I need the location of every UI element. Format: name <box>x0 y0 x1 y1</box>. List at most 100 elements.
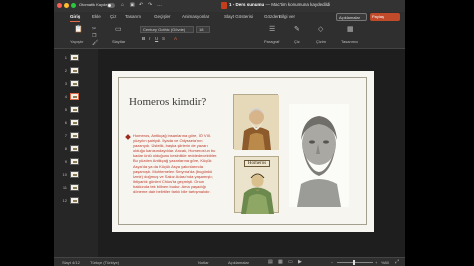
notes-button[interactable]: Notlar <box>198 260 209 265</box>
format-painter-icon[interactable]: 🖌 <box>92 39 98 47</box>
slide-thumbnail[interactable] <box>70 119 79 126</box>
undo-icon[interactable]: ↶ <box>139 2 143 9</box>
new-slide-icon[interactable]: ▭ <box>115 26 122 34</box>
thumbnail-number: 9 <box>64 159 67 164</box>
homeros-portrait-image[interactable] <box>233 94 279 150</box>
powerpoint-doc-icon <box>221 2 227 9</box>
tab-home[interactable]: Giriş <box>70 14 81 22</box>
title-bar: Otomatik Kaydet ⌂ ▣ ↶ ↷ … 1 - Ders sunum… <box>54 0 405 12</box>
slide-body-text[interactable]: Homeros, Antikçağ insanlarına göre, İÖ V… <box>133 133 219 194</box>
thumbnail-number: 3 <box>64 81 67 86</box>
slide-thumbnail-selected[interactable] <box>70 93 79 100</box>
homeros-bust-image[interactable] <box>289 104 349 207</box>
thumbnail-row[interactable]: 4 <box>54 92 98 103</box>
thumbnail-row[interactable]: 9 <box>54 157 98 168</box>
tab-transitions[interactable]: Geçişler <box>154 14 171 19</box>
slide-canvas[interactable]: Homeros kimdir? Homeros, Antikçağ insanl… <box>112 71 374 232</box>
thumbnail-row[interactable]: 2 <box>54 66 98 77</box>
draw-label: Çiz <box>294 39 300 44</box>
paste-icon[interactable]: 📋 <box>74 26 83 34</box>
thumbnail-row[interactable]: 7 <box>54 131 98 142</box>
fit-to-window-icon[interactable]: ⤢ <box>395 259 399 265</box>
close-window-button[interactable] <box>57 3 62 8</box>
font-size-dropdown[interactable]: 18 <box>196 26 210 33</box>
thumbnail-number: 10 <box>62 172 67 177</box>
slideshow-view-icon[interactable]: ▶ <box>298 259 302 265</box>
more-icon[interactable]: … <box>157 2 162 9</box>
underline-icon[interactable]: U <box>155 36 158 41</box>
slide-sorter-icon[interactable]: ▦ <box>278 259 283 265</box>
slide-thumbnail[interactable] <box>70 171 79 178</box>
status-bar: Slayt 4/12 Türkçe (Türkiye) Notlar Açıkl… <box>54 257 405 266</box>
paste-label: Yapıştır <box>70 39 84 44</box>
tab-insert[interactable]: Ekle <box>92 14 101 19</box>
comments-button[interactable]: Açıklamalar <box>336 13 367 21</box>
font-name-dropdown[interactable]: Century Gothic (Gövde) <box>140 26 194 33</box>
slide-thumbnails: 1 2 3 4 5 6 7 8 9 10 11 12 <box>54 49 98 257</box>
ribbon-tabs: Giriş Ekle Çiz Tasarım Geçişler Animasyo… <box>54 12 405 23</box>
thumbnail-row[interactable]: 10 <box>54 170 98 181</box>
thumbnail-number: 11 <box>62 185 67 190</box>
bold-icon[interactable]: B <box>142 36 145 41</box>
tab-draw[interactable]: Çiz <box>110 14 117 19</box>
autosave-toggle[interactable] <box>107 3 115 8</box>
thumbnail-row[interactable]: 1 <box>54 53 98 64</box>
thumbnail-row[interactable]: 8 <box>54 144 98 155</box>
slide-title[interactable]: Homeros kimdir? <box>129 96 206 108</box>
zoom-in-icon[interactable]: + <box>375 260 377 265</box>
thumbnail-number: 7 <box>64 133 67 138</box>
normal-view-icon[interactable]: ▤ <box>268 259 273 265</box>
thumbnail-row[interactable]: 12 <box>54 196 98 207</box>
thumbnail-number: 2 <box>64 68 67 73</box>
zoom-window-button[interactable] <box>71 3 76 8</box>
thumbnail-number: 4 <box>64 94 67 99</box>
powerpoint-window: Otomatik Kaydet ⌂ ▣ ↶ ↷ … 1 - Ders sunum… <box>54 0 405 266</box>
redo-icon[interactable]: ↷ <box>148 2 152 9</box>
slide-thumbnail[interactable] <box>70 184 79 191</box>
slide-frame: Homeros kimdir? Homeros, Antikçağ insanl… <box>118 77 367 225</box>
designer-label: Tasarımcı <box>341 39 359 44</box>
zoom-slider-handle[interactable] <box>353 260 355 265</box>
slide-thumbnail[interactable] <box>70 145 79 152</box>
paragraph-icon[interactable]: ☰ <box>269 26 275 34</box>
thumbnail-number: 1 <box>64 55 67 60</box>
tab-tell-me[interactable]: Bilgi ver <box>279 14 295 19</box>
home-icon[interactable]: ⌂ <box>121 2 124 9</box>
thumbnail-row[interactable]: 11 <box>54 183 98 194</box>
document-name: 1 - Ders sunumu <box>229 2 265 7</box>
strikethrough-icon[interactable]: S <box>162 36 165 41</box>
drawing-label: Çizim <box>316 39 326 44</box>
homeros-image-label: Homeros <box>244 160 270 167</box>
tab-design[interactable]: Tasarım <box>125 14 141 19</box>
zoom-level[interactable]: %80 <box>381 260 389 265</box>
thumbnail-row[interactable]: 5 <box>54 105 98 116</box>
minimize-window-button[interactable] <box>64 3 69 8</box>
slide-thumbnail[interactable] <box>70 106 79 113</box>
slide-thumbnail[interactable] <box>70 158 79 165</box>
designer-icon[interactable]: ▦ <box>347 26 354 34</box>
save-icon[interactable]: ▣ <box>130 2 135 9</box>
draw-icon[interactable]: ✎ <box>294 26 300 34</box>
share-button[interactable]: Paylaş <box>370 13 400 21</box>
tab-slideshow[interactable]: Slayt Gösterisi <box>224 14 253 19</box>
thumbnail-number: 5 <box>64 107 67 112</box>
language-indicator[interactable]: Türkçe (Türkiye) <box>90 260 119 265</box>
drawing-icon[interactable]: ◇ <box>318 26 323 34</box>
slide-thumbnail[interactable] <box>70 67 79 74</box>
tab-review[interactable]: Gözden <box>264 14 280 19</box>
thumbnail-number: 8 <box>64 146 67 151</box>
reading-view-icon[interactable]: ▭ <box>288 259 293 265</box>
slide-thumbnail[interactable] <box>70 54 79 61</box>
homeros-woodcut-image[interactable]: Homeros <box>234 156 279 214</box>
font-color-icon[interactable]: A <box>174 36 177 41</box>
slide-thumbnail[interactable] <box>70 197 79 204</box>
slide-thumbnail[interactable] <box>70 132 79 139</box>
comments-status-button[interactable]: Açıklamalar <box>228 260 249 265</box>
tab-animations[interactable]: Animasyonlar <box>182 14 209 19</box>
italic-icon[interactable]: I <box>149 36 150 41</box>
thumbnail-row[interactable]: 6 <box>54 118 98 129</box>
zoom-slider-track[interactable] <box>337 262 373 263</box>
slide-thumbnail[interactable] <box>70 80 79 87</box>
zoom-out-icon[interactable]: − <box>331 260 333 265</box>
thumbnail-row[interactable]: 3 <box>54 79 98 90</box>
